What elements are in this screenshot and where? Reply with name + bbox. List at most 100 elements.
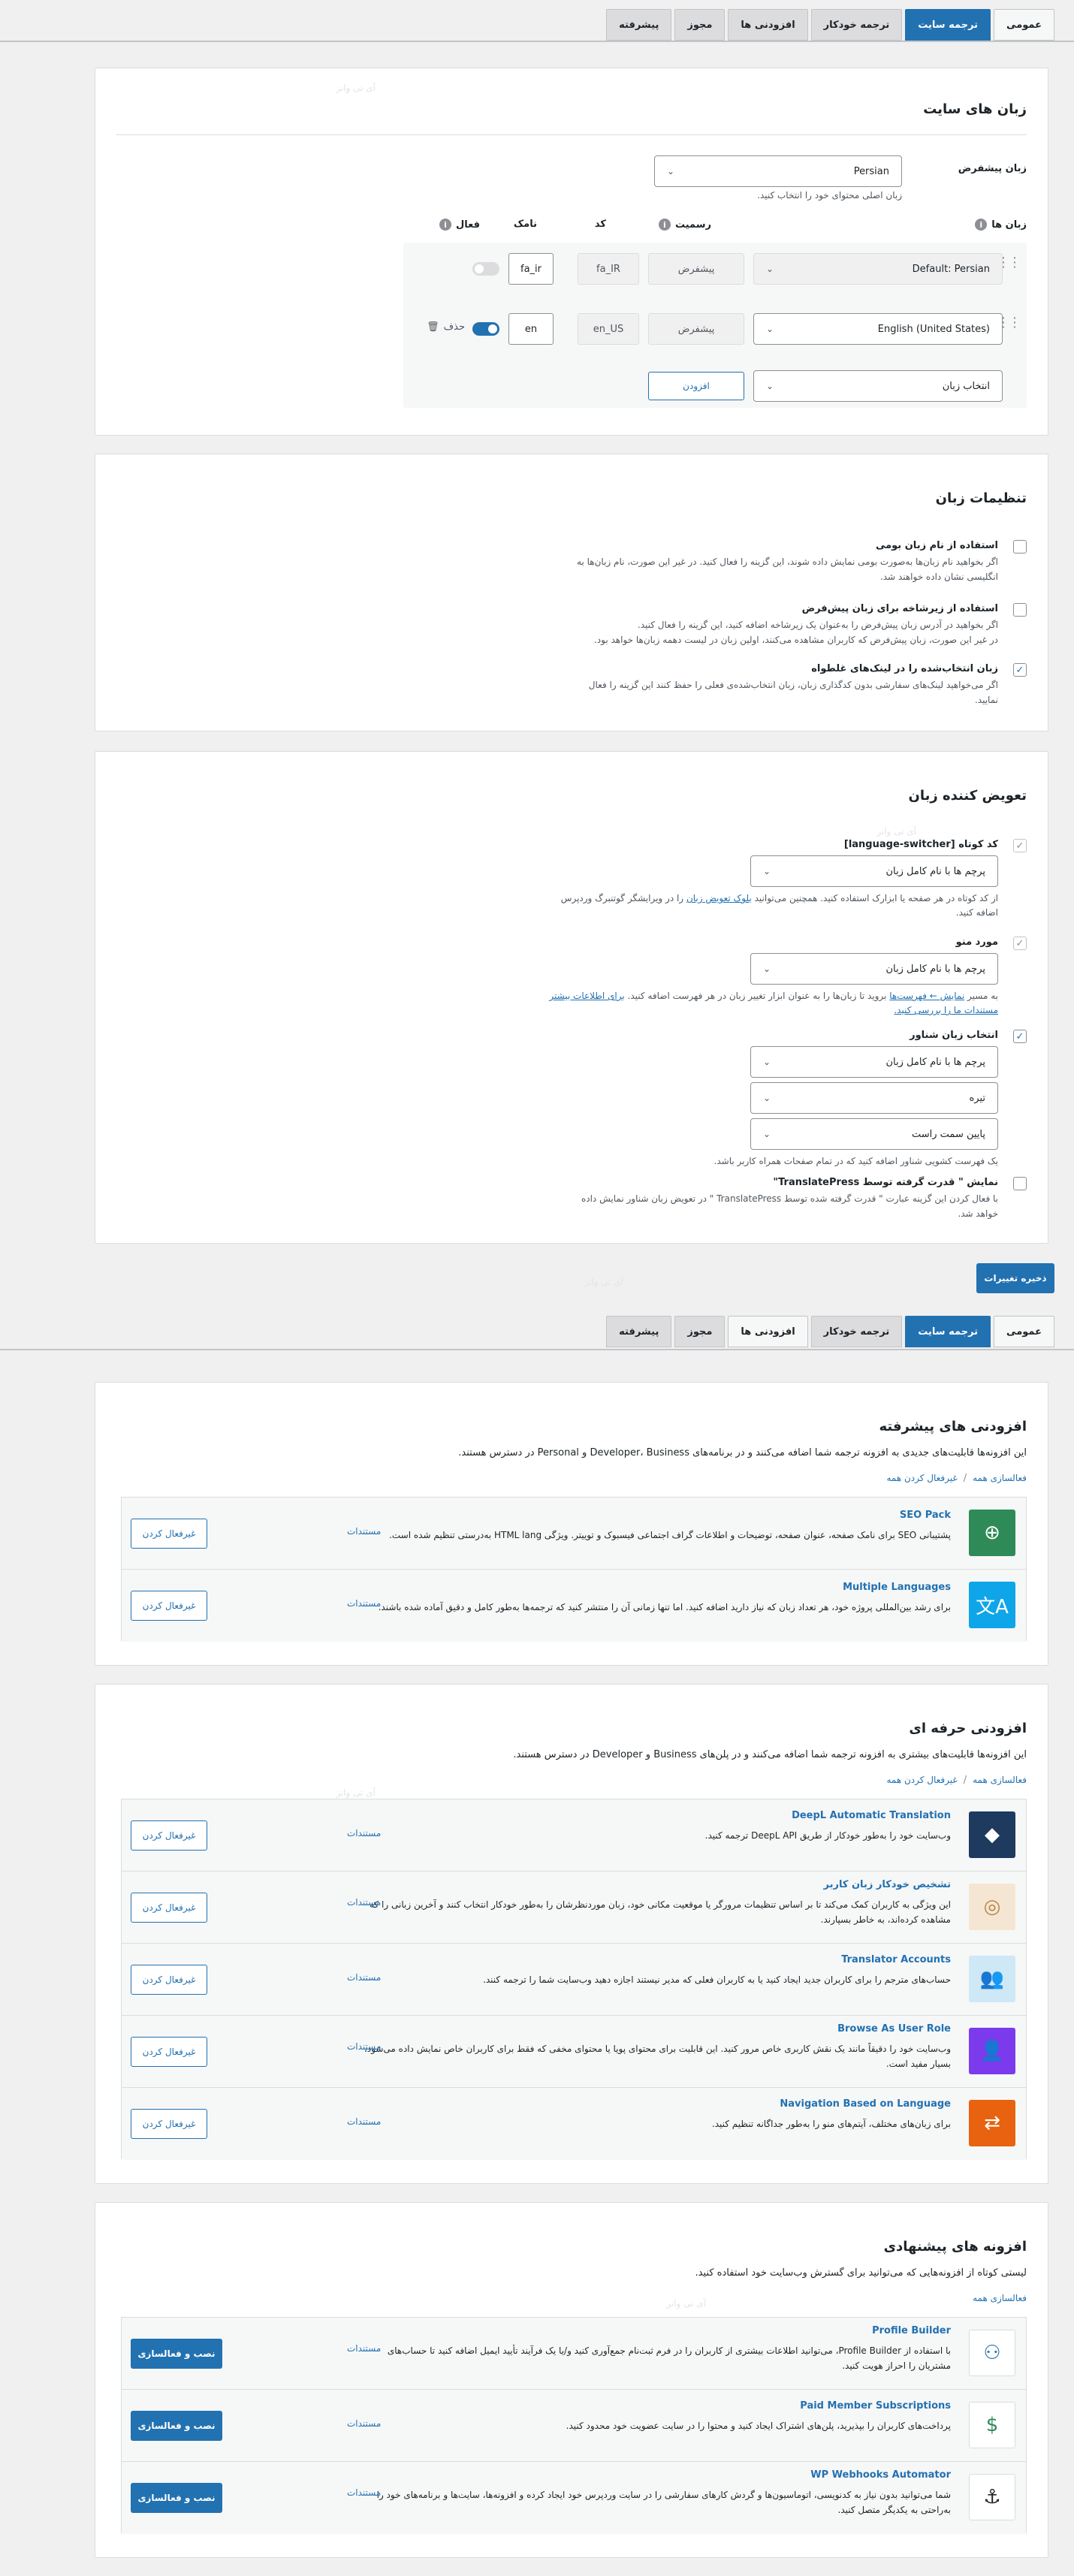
info-icon[interactable]: i — [658, 219, 671, 231]
add-language-select[interactable]: انتخاب زبان ⌄ — [753, 370, 1003, 402]
tab-translate-site[interactable]: ترجمه سایت — [905, 1316, 991, 1347]
docs-link[interactable]: مستندات — [347, 1828, 381, 1838]
floating-position-select[interactable]: پایین سمت راست ⌄ — [750, 1118, 998, 1150]
shortcode-style-select[interactable]: پرچم ها با نام کامل زبان ⌄ — [750, 855, 998, 887]
subscription-icon: $ — [969, 2402, 1015, 2448]
default-language-value: Persian — [853, 165, 889, 177]
tab-license[interactable]: مجوز — [674, 1316, 726, 1347]
addon-desc: برای رشد بین‌المللی پروژه خود، هر تعداد … — [378, 1602, 951, 1612]
native-names-checkbox[interactable] — [1013, 540, 1027, 554]
floating-theme-select[interactable]: تیره ⌄ — [750, 1082, 998, 1114]
chevron-down-icon: ⌄ — [766, 264, 774, 274]
addon-name[interactable]: Paid Member Subscriptions — [800, 2400, 951, 2412]
translate-icon: 文A — [969, 1582, 1015, 1628]
add-language-button[interactable]: افزودن — [648, 372, 744, 400]
advanced-addons-card: افزودنی های پیشرفته این افزونه‌ها قابلیت… — [95, 1382, 1048, 1666]
force-language-links-desc-1: اگر می‌خواهید لینک‌های سفارشی بدون کدگذا… — [588, 680, 998, 690]
tab-addons[interactable]: افزودنی ها — [728, 9, 808, 41]
tab-auto-translate[interactable]: ترجمه خودکار — [810, 9, 903, 41]
slug-row-2[interactable]: en — [508, 313, 554, 345]
addon-name[interactable]: Multiple Languages — [843, 1582, 951, 1593]
tab-auto-translate[interactable]: ترجمه خودکار — [810, 1316, 903, 1347]
deactivate-all-link[interactable]: غیرفعال کردن همه — [886, 1775, 957, 1786]
trash-icon: 🗑 — [427, 321, 439, 333]
powered-by-checkbox[interactable] — [1013, 1177, 1027, 1190]
active-toggle-row-1[interactable] — [472, 262, 499, 276]
docs-link[interactable]: مستندات — [347, 1972, 381, 1983]
addon-desc: این ویژگی به کاربران کمک می‌کند تا بر اس… — [370, 1899, 951, 1910]
addon-name[interactable]: SEO Pack — [900, 1510, 951, 1521]
activate-all-link[interactable]: فعالسازی همه — [973, 2293, 1027, 2303]
menu-item-style-select[interactable]: پرچم ها با نام کامل زبان ⌄ — [750, 953, 998, 985]
subdirectory-checkbox[interactable] — [1013, 603, 1027, 617]
addon-item-auto-detect: ◎ تشخیص خودکار زبان کاربر این ویژگی به ک… — [122, 1872, 1026, 1944]
shortcode-checkbox: ✓ — [1013, 839, 1027, 852]
tab-general[interactable]: عمومی — [994, 1316, 1054, 1347]
tabs-divider — [0, 1349, 1074, 1350]
shortcode-desc-part-2: را در ویرایشگر گوتنبرگ وردپرس — [560, 893, 684, 903]
docs-link[interactable]: مستندات — [347, 1526, 381, 1537]
addon-name[interactable]: Profile Builder — [872, 2325, 951, 2336]
tab-general[interactable]: عمومی — [994, 9, 1054, 41]
addon-name[interactable]: Browse As User Role — [837, 2023, 951, 2035]
info-icon[interactable]: i — [975, 219, 988, 231]
code-row-1: fa_IR — [578, 253, 639, 285]
docs-link[interactable]: مستندات — [347, 2418, 381, 2429]
tab-addons[interactable]: افزودنی ها — [728, 1316, 808, 1347]
force-language-links-checkbox[interactable]: ✓ — [1013, 663, 1027, 677]
force-language-links-label: زبان انتخاب‌شده را در لینک‌های غلطواه — [811, 663, 998, 674]
addon-name[interactable]: DeepL Automatic Translation — [792, 1810, 951, 1821]
docs-link[interactable]: مستندات — [347, 1897, 381, 1908]
remove-language-button[interactable]: حذف 🗑 — [427, 321, 465, 333]
addon-name[interactable]: WP Webhooks Automator — [810, 2469, 951, 2481]
advanced-addons-desc: این افزونه‌ها قابلیت‌های جدیدی به افزونه… — [458, 1447, 1027, 1458]
docs-link[interactable]: مستندات — [347, 2343, 381, 2354]
default-language-select[interactable]: Persian ⌄ — [654, 155, 902, 187]
deactivate-button[interactable]: غیرفعال کردن — [131, 2109, 207, 2139]
deactivate-button[interactable]: غیرفعال کردن — [131, 1519, 207, 1549]
addon-name[interactable]: Navigation Based on Language — [780, 2098, 951, 2110]
deactivate-all-link[interactable]: غیرفعال کردن همه — [886, 1473, 957, 1484]
tab-license[interactable]: مجوز — [674, 9, 726, 41]
install-activate-button[interactable]: نصب و فعالسازی — [131, 2483, 222, 2513]
docs-link[interactable]: مستندات — [347, 2116, 381, 2127]
floating-switcher-checkbox[interactable]: ✓ — [1013, 1030, 1027, 1043]
formality-row-2: پیشفرض — [648, 313, 744, 345]
addon-name[interactable]: Translator Accounts — [841, 1954, 951, 1965]
deactivate-button[interactable]: غیرفعال کردن — [131, 2037, 207, 2067]
addon-desc: با استفاده از Profile Builder، می‌توانید… — [387, 2345, 951, 2356]
addon-desc: شما می‌توانید بدون نیاز به کدنویسی، اتوم… — [376, 2490, 951, 2500]
docs-link[interactable]: مستندات ما را بررسی کنید. — [894, 1005, 998, 1015]
deactivate-button[interactable]: غیرفعال کردن — [131, 1591, 207, 1621]
activate-all-link[interactable]: فعالسازی همه — [973, 1473, 1027, 1484]
tabs-divider — [0, 41, 1074, 42]
install-activate-button[interactable]: نصب و فعالسازی — [131, 2411, 222, 2441]
addon-name[interactable]: تشخیص خودکار زبان کاربر — [824, 1879, 951, 1890]
site-languages-card: زبان های سایت زبان پیشفرض Persian ⌄ زبان… — [95, 68, 1048, 436]
save-changes-button[interactable]: ذخیره تغییرات — [976, 1263, 1054, 1293]
tab-advanced[interactable]: پیشرفته — [606, 9, 672, 41]
language-switcher-block-link[interactable]: بلوک تعویض زبان — [686, 893, 752, 903]
site-languages-title: زبان های سایت — [923, 101, 1027, 117]
info-icon[interactable]: i — [439, 219, 451, 231]
slug-row-1[interactable]: fa_ir — [508, 253, 554, 285]
tab-translate-site[interactable]: ترجمه سایت — [905, 9, 991, 41]
appearance-menus-link[interactable]: نمایش ← فهرست‌ها — [889, 991, 964, 1001]
floating-style-select[interactable]: پرچم ها با نام کامل زبان ⌄ — [750, 1046, 998, 1078]
chevron-down-icon: ⌄ — [667, 166, 675, 176]
activate-all-link[interactable]: فعالسازی همه — [973, 1775, 1027, 1786]
install-activate-button[interactable]: نصب و فعالسازی — [131, 2339, 222, 2369]
more-info-link[interactable]: برای اطلاعات بیشتر — [549, 991, 624, 1001]
active-header-label: فعال — [455, 219, 480, 231]
active-toggle-row-2[interactable] — [472, 322, 499, 336]
docs-link[interactable]: مستندات — [347, 1598, 381, 1609]
deactivate-button[interactable]: غیرفعال کردن — [131, 1820, 207, 1851]
deactivate-button[interactable]: غیرفعال کردن — [131, 1965, 207, 1995]
tab-advanced[interactable]: پیشرفته — [606, 1316, 672, 1347]
docs-link[interactable]: مستندات — [347, 2487, 381, 2498]
deactivate-button[interactable]: غیرفعال کردن — [131, 1893, 207, 1923]
addon-desc-2: مشتریان را احراز هویت کنید. — [842, 2360, 951, 2371]
shortcode-label: کد کوتاه [language-switcher] — [843, 839, 998, 850]
docs-link[interactable]: مستندات — [347, 2041, 381, 2052]
language-select-row-2[interactable]: English (United States) ⌄ — [753, 313, 1003, 345]
